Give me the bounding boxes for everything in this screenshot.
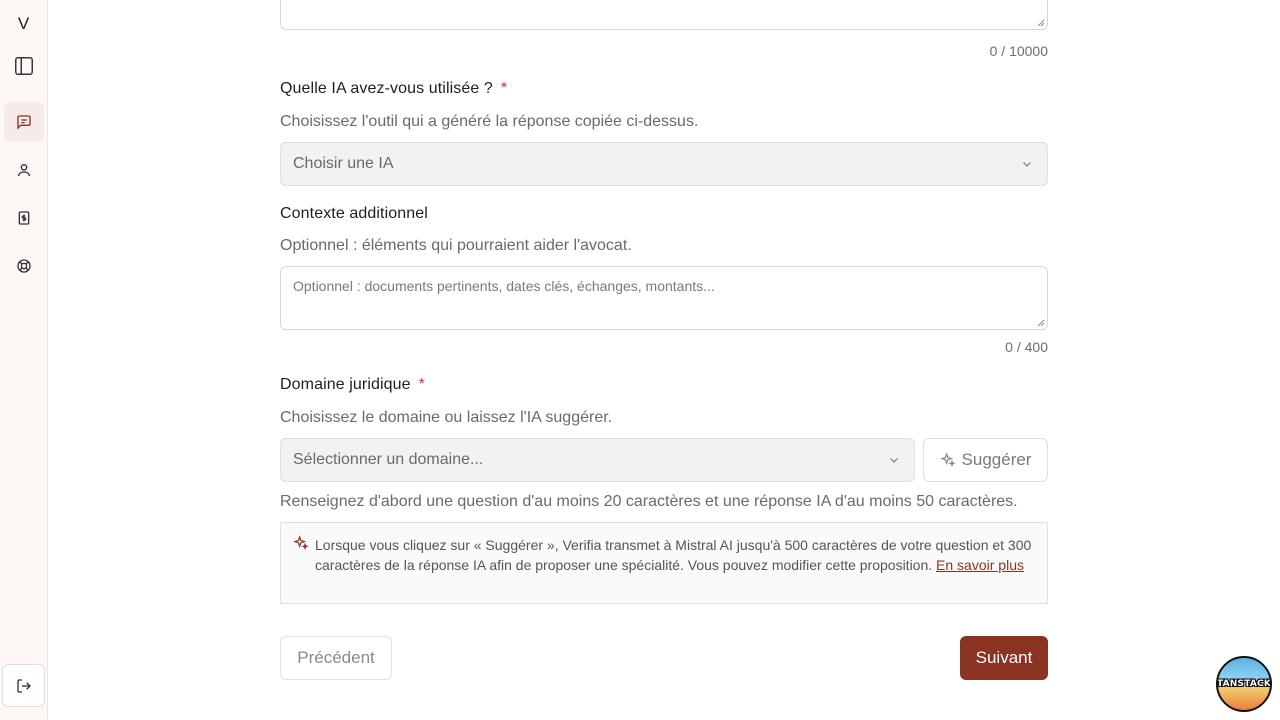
receipt-dollar-icon xyxy=(18,211,30,225)
sidebar-item-conversations[interactable] xyxy=(4,102,44,142)
chevron-down-icon xyxy=(1023,162,1031,167)
suggest-button-label: Suggérer xyxy=(961,450,1032,469)
context-counter: 0 / 400 xyxy=(1005,339,1048,355)
domain-field-label: Domaine juridique * xyxy=(280,376,425,394)
learn-more-link[interactable]: En savoir plus xyxy=(936,557,1024,573)
message-square-icon xyxy=(17,115,31,130)
chevron-down-icon xyxy=(890,458,898,463)
sidebar-item-billing[interactable] xyxy=(4,198,44,238)
sidebar-item-support[interactable] xyxy=(4,246,44,286)
resize-grip-icon[interactable] xyxy=(1037,19,1045,27)
ai-select[interactable]: Choisir une IA xyxy=(280,142,1048,186)
tanstack-devtools-badge[interactable]: TANSTACK xyxy=(1216,656,1272,712)
answer-textarea[interactable] xyxy=(280,0,1048,30)
user-icon xyxy=(18,164,30,177)
sidebar: V xyxy=(0,0,48,720)
context-placeholder: Optionnel : documents pertinents, dates … xyxy=(293,278,715,294)
toggle-sidebar-button[interactable] xyxy=(4,46,44,86)
domain-field-label-text: Domaine juridique xyxy=(280,376,411,393)
required-mark: * xyxy=(418,376,425,393)
suggest-button[interactable]: Suggérer xyxy=(923,438,1048,482)
ai-field-help: Choisissez l'outil qui a généré la répon… xyxy=(280,113,699,130)
domain-select[interactable]: Sélectionner un domaine... xyxy=(280,438,915,482)
domain-select-placeholder: Sélectionner un domaine... xyxy=(293,451,484,468)
context-textarea[interactable]: Optionnel : documents pertinents, dates … xyxy=(280,266,1048,330)
previous-button[interactable]: Précédent xyxy=(280,636,392,680)
resize-grip-icon[interactable] xyxy=(1037,319,1045,327)
required-mark: * xyxy=(500,80,508,97)
privacy-info-text: Lorsque vous cliquez sur « Suggérer », V… xyxy=(315,537,1032,573)
app-logo[interactable]: V xyxy=(0,12,47,36)
ai-field-label: Quelle IA avez-vous utilisée ? * xyxy=(280,80,507,98)
sparkles-icon xyxy=(939,452,956,468)
privacy-info-box: Lorsque vous cliquez sur « Suggérer », V… xyxy=(280,522,1048,604)
context-field-label: Contexte additionnel xyxy=(280,205,428,222)
logout-button[interactable] xyxy=(2,664,45,707)
ai-field-label-text: Quelle IA avez-vous utilisée ? xyxy=(280,80,493,97)
domain-hint: Renseignez d'abord une question d'au moi… xyxy=(280,493,1018,510)
sidebar-item-profile[interactable] xyxy=(4,150,44,190)
lifebuoy-icon xyxy=(17,259,31,273)
sparkles-icon xyxy=(293,535,309,551)
log-out-icon xyxy=(16,678,31,693)
panel-left-icon xyxy=(15,57,33,75)
ai-select-placeholder: Choisir une IA xyxy=(293,155,394,172)
next-button[interactable]: Suivant xyxy=(960,636,1048,680)
domain-field-help: Choisissez le domaine ou laissez l'IA su… xyxy=(280,409,613,426)
badge-text: TANSTACK xyxy=(1217,679,1272,689)
context-field-help: Optionnel : éléments qui pourraient aide… xyxy=(280,237,632,254)
answer-counter: 0 / 10000 xyxy=(989,43,1048,59)
